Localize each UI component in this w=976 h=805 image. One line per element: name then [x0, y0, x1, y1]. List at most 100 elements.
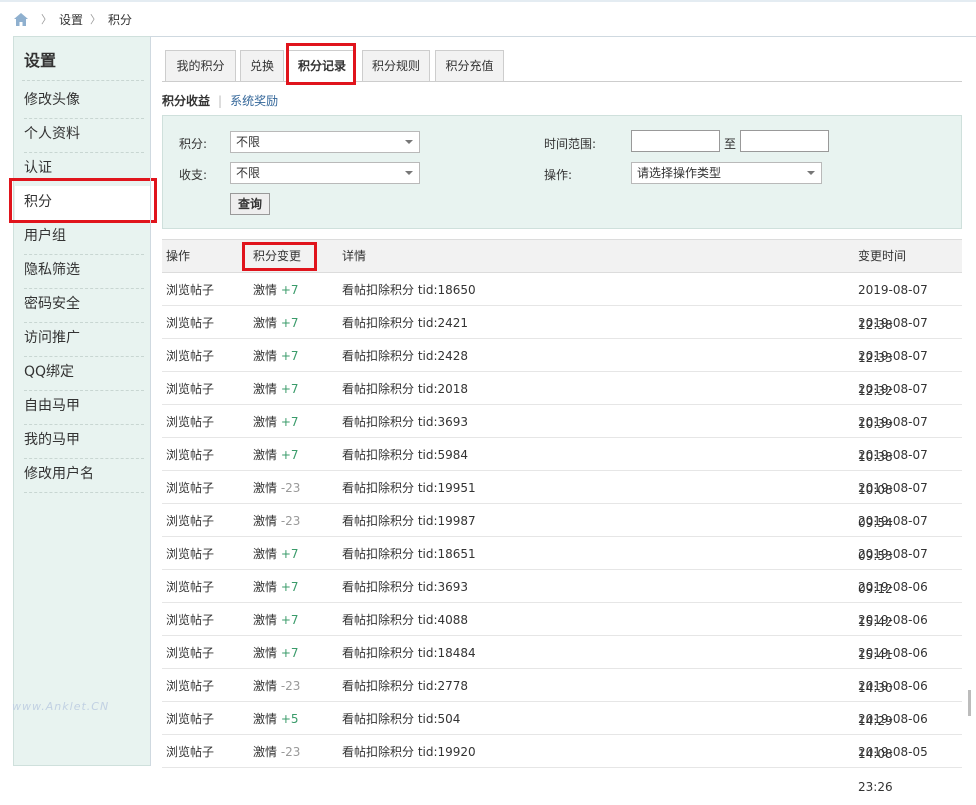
table-row: 浏览帖子 激情 +7 看帖扣除积分 tid:4088 2019-08-06 15:41	[162, 603, 962, 662]
row-credit-change: 激情 +7	[253, 306, 299, 341]
breadcrumb-separator: 〉	[41, 13, 52, 26]
row-operation: 浏览帖子	[166, 514, 215, 528]
row-credit-type: 激情	[253, 415, 278, 429]
tab-baseline	[162, 81, 962, 82]
income-value: 不限	[236, 166, 261, 180]
row-credit-delta: +7	[280, 448, 299, 462]
row-credit-type: 激情	[253, 580, 278, 594]
credit-type-label: 积分:	[179, 137, 208, 151]
row-credit-delta: +7	[280, 580, 299, 594]
subnav-separator: |	[218, 93, 223, 108]
scrollbar-thumb[interactable]	[968, 690, 971, 716]
row-detail: 看帖扣除积分 tid:2778	[342, 679, 469, 693]
column-header-operation: 操作	[166, 249, 191, 263]
tab-credit-rules[interactable]: 积分规则	[362, 50, 430, 81]
credit-type-select[interactable]: 不限	[230, 131, 420, 153]
row-credit-change: 激情 +7	[253, 405, 299, 440]
credit-type-value: 不限	[236, 135, 261, 149]
row-operation: 浏览帖子	[166, 580, 215, 594]
sidebar-item-usergroup[interactable]: 用户组	[24, 220, 144, 255]
sidebar-item-my-vest[interactable]: 我的马甲	[24, 424, 144, 459]
row-credit-change: 激情 +7	[253, 636, 299, 671]
time-range-separator: 至	[724, 137, 737, 151]
row-detail: 看帖扣除积分 tid:5984	[342, 448, 469, 462]
row-operation: 浏览帖子	[166, 613, 215, 627]
row-credit-change: 激情 -23	[253, 735, 300, 770]
row-credit-change: 激情 +7	[253, 438, 299, 473]
sidebar-item-qq[interactable]: QQ绑定	[24, 356, 144, 391]
table-header: 操作 积分变更 详情 变更时间	[162, 239, 962, 273]
row-detail: 看帖扣除积分 tid:3693	[342, 415, 469, 429]
row-credit-type: 激情	[253, 316, 278, 330]
row-detail: 看帖扣除积分 tid:4088	[342, 613, 469, 627]
table-row: 浏览帖子 激情 +7 看帖扣除积分 tid:3693 2019-08-06 15:42	[162, 570, 962, 629]
row-operation: 浏览帖子	[166, 415, 215, 429]
sidebar-item-avatar[interactable]: 修改头像	[24, 84, 144, 119]
table-row: 浏览帖子 激情 +7 看帖扣除积分 tid:2428 2019-08-07 12:32	[162, 339, 962, 398]
breadcrumb-item-settings[interactable]: 设置	[59, 11, 83, 28]
chevron-down-icon	[405, 171, 413, 175]
sidebar-item-privacy[interactable]: 隐私筛选	[24, 254, 144, 289]
row-credit-change: 激情 +7	[253, 273, 299, 308]
row-credit-delta: +7	[280, 646, 299, 660]
row-operation: 浏览帖子	[166, 349, 215, 363]
tab-credit-log[interactable]: 积分记录	[288, 50, 356, 82]
row-operation: 浏览帖子	[166, 745, 215, 759]
row-credit-delta: +7	[280, 349, 299, 363]
income-select[interactable]: 不限	[230, 162, 420, 184]
row-credit-change: 激情 +7	[253, 570, 299, 605]
table-row: 浏览帖子 激情 +5 看帖扣除积分 tid:504 2019-08-06 14:08	[162, 702, 962, 761]
row-credit-change: 激情 -23	[253, 471, 300, 506]
row-detail: 看帖扣除积分 tid:18484	[342, 646, 476, 660]
row-credit-delta: +7	[280, 547, 299, 561]
sidebar-item-credits[interactable]: 积分	[15, 186, 164, 220]
row-detail: 看帖扣除积分 tid:19987	[342, 514, 476, 528]
row-detail: 看帖扣除积分 tid:2018	[342, 382, 469, 396]
start-time-input[interactable]	[631, 130, 720, 152]
row-detail: 看帖扣除积分 tid:3693	[342, 580, 469, 594]
row-credit-type: 激情	[253, 448, 278, 462]
row-credit-delta: -23	[280, 481, 301, 495]
row-detail: 看帖扣除积分 tid:18650	[342, 283, 476, 297]
row-credit-type: 激情	[253, 382, 278, 396]
query-button[interactable]: 查询	[230, 193, 271, 215]
sidebar-item-password[interactable]: 密码安全	[24, 288, 144, 323]
row-operation: 浏览帖子	[166, 679, 215, 693]
sidebar-item-free-vest[interactable]: 自由马甲	[24, 390, 144, 425]
row-detail: 看帖扣除积分 tid:2428	[342, 349, 469, 363]
sidebar-title: 设置	[24, 51, 57, 70]
column-header-time: 变更时间	[858, 249, 907, 263]
sidebar: 设置 修改头像 个人资料 认证 积分 用户组 隐私筛选 密码安全 访问推广 QQ…	[13, 36, 164, 766]
subnav-current[interactable]: 积分收益	[162, 92, 210, 109]
breadcrumb-item-credits[interactable]: 积分	[108, 11, 132, 28]
sidebar-item-verify[interactable]: 认证	[24, 152, 144, 187]
row-detail: 看帖扣除积分 tid:19920	[342, 745, 476, 759]
time-range-label: 时间范围:	[544, 137, 597, 151]
sidebar-item-profile[interactable]: 个人资料	[24, 118, 144, 153]
tab-recharge[interactable]: 积分充值	[435, 50, 504, 81]
subnav-link-system-reward[interactable]: 系统奖励	[230, 92, 278, 109]
tab-my-credits[interactable]: 我的积分	[165, 50, 236, 81]
row-detail: 看帖扣除积分 tid:18651	[342, 547, 476, 561]
row-credit-delta: +7	[280, 613, 299, 627]
row-detail: 看帖扣除积分 tid:19951	[342, 481, 476, 495]
row-operation: 浏览帖子	[166, 448, 215, 462]
row-credit-type: 激情	[253, 712, 278, 726]
row-credit-type: 激情	[253, 745, 278, 759]
operation-select[interactable]: 请选择操作类型	[631, 162, 822, 184]
sidebar-item-promotion[interactable]: 访问推广	[24, 322, 144, 357]
row-credit-delta: +7	[280, 382, 299, 396]
table-row: 浏览帖子 激情 +7 看帖扣除积分 tid:18484 2019-08-06 14:3…	[162, 636, 962, 695]
operation-placeholder: 请选择操作类型	[637, 166, 722, 180]
table-row: 浏览帖子 激情 +7 看帖扣除积分 tid:2018 2019-08-07 10:39	[162, 372, 962, 431]
sidebar-item-rename[interactable]: 修改用户名	[24, 458, 144, 493]
column-header-detail: 详情	[342, 249, 367, 263]
home-icon[interactable]	[14, 12, 28, 26]
row-credit-change: 激情 +7	[253, 372, 299, 407]
row-credit-delta: -23	[280, 679, 301, 693]
row-credit-delta: +5	[280, 712, 299, 726]
tab-exchange[interactable]: 兑换	[240, 50, 284, 81]
row-credit-type: 激情	[253, 481, 278, 495]
end-time-input[interactable]	[740, 130, 829, 152]
row-credit-change: 激情 +7	[253, 339, 299, 374]
